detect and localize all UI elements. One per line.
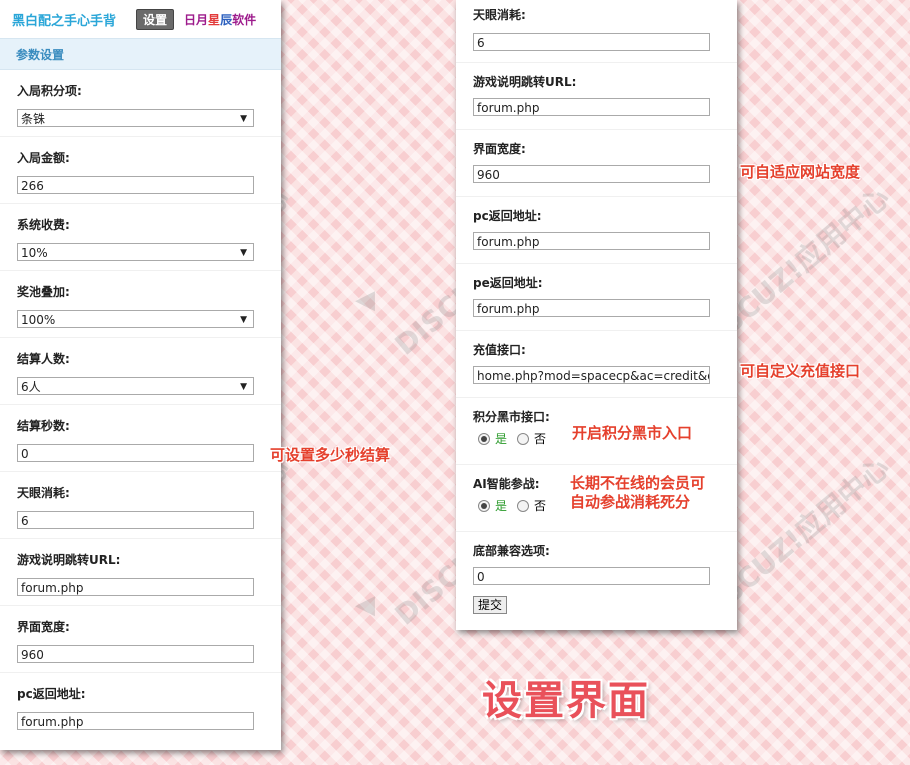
field-label: 结算人数: [17, 352, 70, 366]
form-row-pc-return-url: pc返回地址: forum.php [0, 673, 281, 739]
form-row-sky-eye-cost: 天眼消耗: 6 [456, 0, 737, 63]
field-label: pc返回地址: [473, 209, 542, 223]
settle-seconds-input[interactable]: 0 [17, 444, 254, 462]
note-ai-line1: 长期不在线的会员可 [570, 474, 706, 492]
settings-panel-right: 天眼消耗: 6 游戏说明跳转URL: forum.php 界面宽度: 960 p… [456, 0, 737, 630]
submit-button[interactable]: 提交 [473, 596, 508, 614]
recharge-api-input[interactable]: home.php?mod=spacecp&ac=credit&op [473, 366, 710, 384]
entry-amount-input[interactable]: 266 [17, 176, 254, 194]
sky-eye-cost-input[interactable]: 6 [473, 33, 710, 51]
ai-battle-no-radio[interactable] [517, 499, 530, 512]
form-row-ui-width: 界面宽度: 960 [456, 130, 737, 197]
radio-label-no: 否 [534, 432, 547, 446]
settings-panel-left: 黑白配之手心手背 设置 日月星辰软件 参数设置 入局积分项: 条铢 ▼ 入局金额:… [0, 0, 281, 750]
form-row-settle-players: 结算人数: 6人 ▼ [0, 338, 281, 405]
form-row-ui-width: 界面宽度: 960 [0, 606, 281, 673]
field-label: 积分黑市接口: [473, 410, 550, 424]
brand-logo[interactable]: 日月星辰软件 [184, 11, 256, 28]
note-ai-battle: 长期不在线的会员可 自动参战消耗死分 [570, 474, 705, 512]
note-black-market: 开启积分黑市入口 [572, 424, 693, 442]
dropdown-arrow-icon: ▼ [240, 382, 247, 392]
field-label: 游戏说明跳转URL: [17, 553, 121, 567]
guide-url-input[interactable]: forum.php [17, 578, 254, 596]
dropdown-arrow-icon: ▼ [240, 315, 247, 325]
field-label: 结算秒数: [17, 419, 70, 433]
field-label: 奖池叠加: [17, 285, 70, 299]
settle-players-select[interactable]: 6人 ▼ [17, 377, 254, 395]
field-label: 充值接口: [473, 343, 526, 357]
settings-tab-button[interactable]: 设置 [136, 8, 175, 30]
radio-label-no: 否 [534, 499, 547, 513]
field-label: 入局积分项: [17, 84, 82, 98]
field-label: 界面宽度: [17, 620, 70, 634]
ai-battle-yes-radio[interactable] [478, 499, 490, 512]
form-row-entry-credit: 入局积分项: 条铢 ▼ [0, 70, 281, 137]
page-big-title: 设置界面 [482, 678, 650, 724]
field-label: pe返回地址: [473, 276, 543, 290]
form-row-pe-return-url: pe返回地址: forum.php [456, 264, 737, 331]
dropdown-arrow-icon: ▼ [240, 248, 247, 258]
note-ai-line2: 自动参战消耗死分 [570, 493, 691, 511]
field-label: 底部兼容选项: [473, 544, 550, 558]
black-market-no-radio[interactable] [517, 432, 530, 445]
form-row-settle-seconds: 结算秒数: 0 [0, 405, 281, 472]
bottom-compat-input[interactable]: 0 [473, 567, 710, 585]
field-label: 入局金额: [17, 151, 70, 165]
watermark-arrow-icon: ◀ [355, 590, 375, 620]
note-settle-seconds: 可设置多少秒结算 [270, 446, 391, 464]
pc-return-url-input[interactable]: forum.php [17, 712, 254, 730]
form-row-bottom-compat: 底部兼容选项: 0 [456, 532, 737, 585]
black-market-radio-group: 是 否 [478, 430, 556, 447]
form-row-recharge-api: 充值接口: home.php?mod=spacecp&ac=credit&op [456, 331, 737, 398]
section-title: 参数设置 [0, 38, 281, 70]
black-market-yes-radio[interactable] [478, 432, 490, 445]
note-custom-recharge: 可自定义充值接口 [740, 362, 861, 380]
app-title: 黑白配之手心手背 [12, 13, 117, 29]
ui-width-input[interactable]: 960 [17, 645, 254, 663]
radio-label-yes: 是 [495, 499, 508, 513]
form-row-guide-url: 游戏说明跳转URL: forum.php [0, 539, 281, 606]
field-label: 天眼消耗: [17, 486, 70, 500]
note-adaptive-width: 可自适应网站宽度 [740, 163, 861, 181]
ui-width-input[interactable]: 960 [473, 165, 710, 183]
form-row-sky-eye-cost: 天眼消耗: 6 [0, 472, 281, 539]
guide-url-input[interactable]: forum.php [473, 98, 710, 116]
form-row-pc-return-url: pc返回地址: forum.php [456, 197, 737, 264]
field-label: 天眼消耗: [473, 8, 526, 22]
dropdown-arrow-icon: ▼ [240, 114, 247, 124]
pe-return-url-input[interactable]: forum.php [473, 299, 710, 317]
radio-label-yes: 是 [495, 432, 508, 446]
system-fee-select[interactable]: 10% ▼ [17, 243, 254, 261]
form-row-entry-amount: 入局金额: 266 [0, 137, 281, 204]
ai-battle-radio-group: 是 否 [478, 497, 556, 514]
form-row-guide-url: 游戏说明跳转URL: forum.php [456, 63, 737, 130]
pc-return-url-input[interactable]: forum.php [473, 232, 710, 250]
watermark-arrow-icon: ◀ [355, 285, 375, 315]
sky-eye-cost-input[interactable]: 6 [17, 511, 254, 529]
field-label: 系统收费: [17, 218, 70, 232]
form-row-system-fee: 系统收费: 10% ▼ [0, 204, 281, 271]
field-label: 界面宽度: [473, 142, 526, 156]
entry-credit-select[interactable]: 条铢 ▼ [17, 109, 254, 127]
plugin-header: 黑白配之手心手背 设置 日月星辰软件 [0, 0, 281, 38]
form-row-pool-stack: 奖池叠加: 100% ▼ [0, 271, 281, 338]
pool-stack-select[interactable]: 100% ▼ [17, 310, 254, 328]
field-label: pc返回地址: [17, 687, 86, 701]
field-label: AI智能参战: [473, 477, 540, 491]
field-label: 游戏说明跳转URL: [473, 75, 577, 89]
